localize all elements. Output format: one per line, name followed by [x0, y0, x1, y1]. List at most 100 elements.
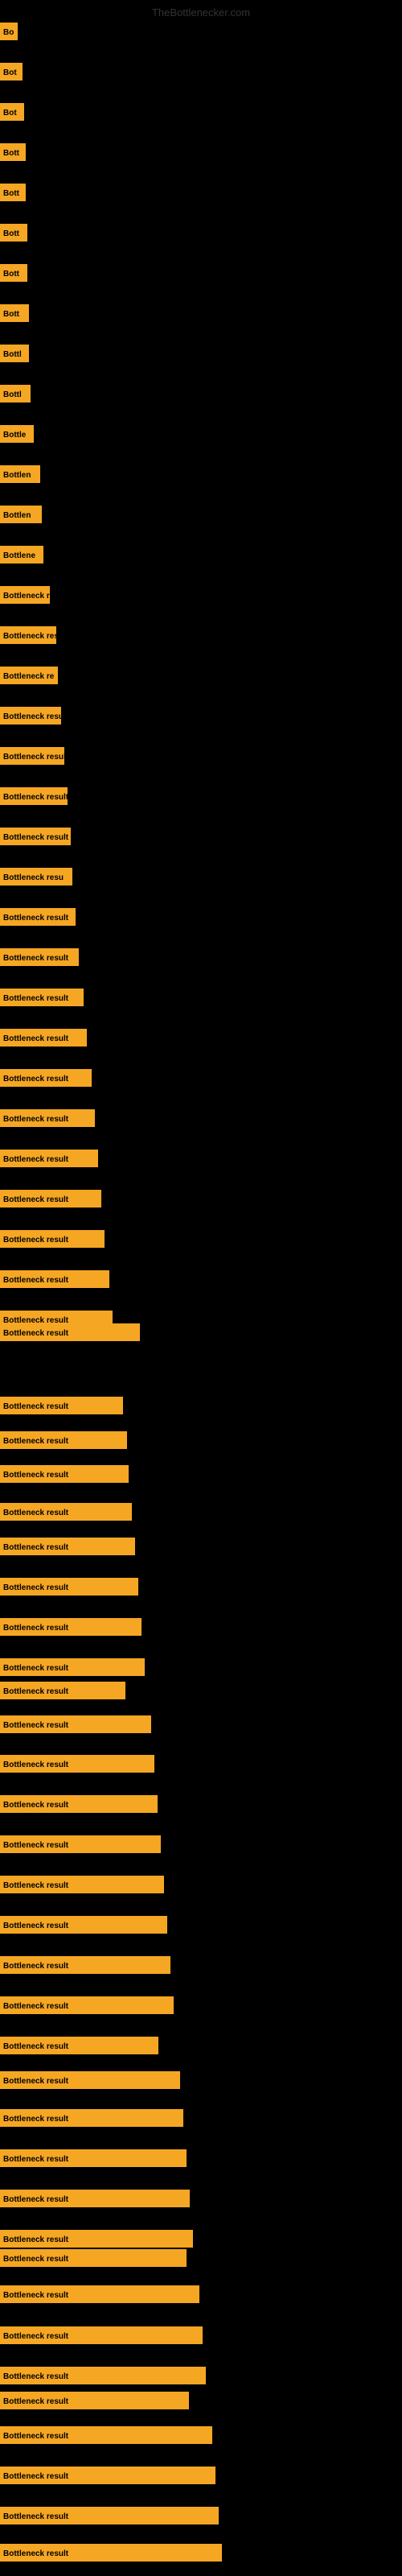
bar-label: Bottleneck result: [0, 2426, 212, 2444]
bar-item: Bottlen: [0, 506, 42, 527]
bar-label: Bottleneck result: [0, 2249, 187, 2267]
bar-label: Bottleneck result: [0, 2326, 203, 2344]
bar-label: Bottleneck result: [0, 2392, 189, 2409]
bar-item: Bottleneck result: [0, 2426, 212, 2448]
bar-label: Bottleneck result: [0, 908, 76, 926]
bar-item: Bottleneck result: [0, 2367, 206, 2388]
bar-item: Bottleneck result: [0, 1431, 127, 1453]
bar-item: Bottleneck result: [0, 1682, 125, 1703]
bar-label: Bottleneck result: [0, 2230, 193, 2248]
bar-item: Bottlene: [0, 546, 43, 568]
bar-item: Bottleneck result: [0, 2326, 203, 2348]
bar-label: Bottleneck re: [0, 667, 58, 684]
bar-label: Bottleneck resu: [0, 868, 72, 886]
bar-label: Bott: [0, 224, 27, 242]
bar-item: Bottleneck result: [0, 1578, 138, 1600]
bar-item: Bottleneck result: [0, 2544, 222, 2566]
bar-label: Bottleneck r: [0, 586, 50, 604]
bar-item: Bottleneck result: [0, 2071, 180, 2093]
bar-label: Bottleneck result: [0, 1503, 132, 1521]
bar-label: Bott: [0, 304, 29, 322]
bar-item: Bo: [0, 23, 18, 44]
bar-label: Bottleneck result: [0, 1835, 161, 1853]
bar-label: Bottleneck result: [0, 2467, 215, 2484]
bar-label: Bottleneck result: [0, 2190, 190, 2207]
bar-item: Bott: [0, 184, 26, 205]
bar-item: Bottleneck result: [0, 1916, 167, 1938]
bar-label: Bottleneck result: [0, 707, 61, 724]
bar-item: Bott: [0, 264, 27, 286]
bar-item: Bottleneck result: [0, 1270, 109, 1292]
bar-label: Bottleneck result: [0, 1795, 158, 1813]
bar-item: Bott: [0, 224, 27, 246]
bar-item: Bott: [0, 143, 26, 165]
bar-label: Bottleneck result: [0, 2037, 158, 2054]
bar-label: Bottl: [0, 345, 29, 362]
bar-label: Bottleneck result: [0, 1230, 105, 1248]
bar-label: Bot: [0, 63, 23, 80]
bar-label: Bottleneck result: [0, 787, 68, 805]
bar-label: Bottlene: [0, 546, 43, 564]
bar-label: Bottleneck result: [0, 2071, 180, 2089]
bar-item: Bottleneck result: [0, 1503, 132, 1525]
bar-label: Bott: [0, 143, 26, 161]
bar-item: Bottleneck result: [0, 1795, 158, 1817]
bar-item: Bottleneck result: [0, 2149, 187, 2171]
bar-label: Bottleneck result: [0, 747, 64, 765]
bar-item: Bottleneck result: [0, 2230, 193, 2252]
bar-label: Bottleneck result: [0, 1431, 127, 1449]
bar-item: Bottleneck result: [0, 1230, 105, 1252]
bar-label: Bott: [0, 184, 26, 201]
bar-label: Bottleneck resu: [0, 626, 56, 644]
bar-item: Bottleneck result: [0, 1109, 95, 1131]
bar-label: Bottleneck result: [0, 1029, 87, 1046]
bar-label: Bott: [0, 264, 27, 282]
bar-label: Bottleneck result: [0, 1956, 170, 1974]
bar-label: Bottleneck result: [0, 1069, 92, 1087]
bar-item: Bottleneck result: [0, 747, 64, 769]
bar-label: Bottleneck result: [0, 1996, 174, 2014]
bar-item: Bottleneck r: [0, 586, 50, 608]
bar-label: Bottleneck result: [0, 1658, 145, 1676]
bar-label: Bottleneck result: [0, 2109, 183, 2127]
bar-item: Bottleneck result: [0, 1069, 92, 1091]
bar-label: Bottleneck result: [0, 1397, 123, 1414]
bar-label: Bottleneck result: [0, 2285, 199, 2303]
bar-item: Bott: [0, 304, 29, 326]
bar-item: Bot: [0, 63, 23, 85]
bar-item: Bottleneck result: [0, 2109, 183, 2131]
bar-label: Bot: [0, 103, 24, 121]
bar-item: Bottleneck resu: [0, 868, 72, 890]
bar-label: Bottleneck result: [0, 1578, 138, 1596]
bar-item: Bottleneck result: [0, 1956, 170, 1978]
bar-item: Bottleneck result: [0, 1397, 123, 1418]
bar-label: Bottleneck result: [0, 828, 71, 845]
bar-label: Bottleneck result: [0, 2367, 206, 2384]
bar-label: Bottle: [0, 425, 34, 443]
bar-label: Bottleneck result: [0, 2507, 219, 2524]
site-title: TheBottlenecker.com: [152, 6, 250, 19]
bar-label: Bottleneck result: [0, 1876, 164, 1893]
bar-item: Bottl: [0, 385, 31, 407]
bar-item: Bottleneck result: [0, 787, 68, 809]
bar-item: Bottleneck result: [0, 707, 61, 729]
bar-label: Bottlen: [0, 465, 40, 483]
bar-label: Bottleneck result: [0, 1538, 135, 1555]
bar-label: Bottleneck result: [0, 1109, 95, 1127]
bar-label: Bottleneck result: [0, 1715, 151, 1733]
bar-item: Bottleneck result: [0, 1996, 174, 2018]
bar-item: Bottleneck result: [0, 1465, 129, 1487]
bar-label: Bottleneck result: [0, 1323, 140, 1341]
bar-item: Bottleneck result: [0, 908, 76, 930]
bar-label: Bo: [0, 23, 18, 40]
bar-label: Bottleneck result: [0, 1755, 154, 1773]
bar-label: Bottleneck result: [0, 948, 79, 966]
bar-item: Bottle: [0, 425, 34, 447]
bar-label: Bottlen: [0, 506, 42, 523]
bar-label: Bottleneck result: [0, 1618, 142, 1636]
bar-label: Bottleneck result: [0, 2544, 222, 2562]
bar-label: Bottleneck result: [0, 1190, 101, 1208]
bar-label: Bottleneck result: [0, 1682, 125, 1699]
bar-item: Bottleneck resu: [0, 626, 56, 648]
bar-item: Bottleneck result: [0, 1618, 142, 1640]
